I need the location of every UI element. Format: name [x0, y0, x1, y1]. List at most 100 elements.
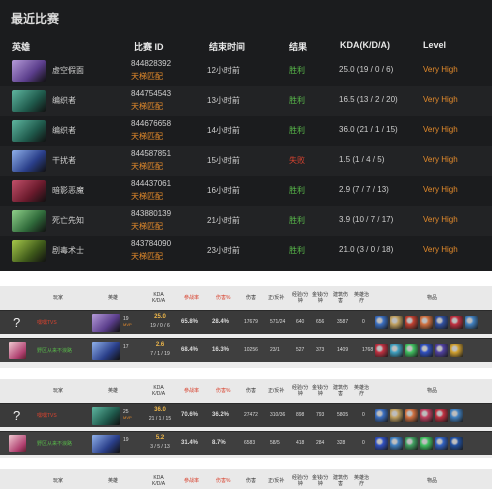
match-row[interactable]: 虚空假面 844828392 天梯匹配 12小时前 胜利 25.0 (19 / 0 / 6… — [0, 56, 492, 86]
hero-name[interactable]: 编织者 — [52, 95, 76, 106]
player-name[interactable]: 野区从来不浪路 — [37, 440, 72, 447]
recent-matches-panel: 最近比赛 英雄 比赛 ID 结束时间 结果 KDA(K/D/A) Level 虚… — [0, 0, 492, 271]
weaver-portrait[interactable] — [92, 407, 120, 425]
xpm-col-header: 经验/分 钟 — [292, 292, 309, 304]
item-icon[interactable] — [420, 409, 433, 422]
match-id[interactable]: 843880139 — [131, 209, 171, 218]
kda-value: 25.0 (19 / 0 / 6) — [339, 65, 394, 74]
hero-heal: 1768 — [362, 347, 374, 353]
panel-title: 最近比赛 — [11, 12, 60, 26]
player-avatar[interactable] — [9, 342, 26, 359]
player-row[interactable]: 野区从来不浪路 17 2.6 7 / 1 / 19 68.4% 16.3% 10256 23/… — [0, 338, 492, 362]
match-id[interactable]: 844676658 — [131, 119, 171, 128]
scoreboard-header: 玩家 英雄 KDA K/D/A 参战率 伤害% 伤害 正/反补 经验/分 钟金钱/分 钟建筑伤… — [0, 469, 492, 489]
match-id[interactable]: 843784090 — [131, 239, 171, 248]
damage-percent: 28.4% — [212, 319, 230, 325]
match-id[interactable]: 844587851 — [131, 149, 171, 158]
match-id[interactable]: 844828392 — [131, 59, 171, 68]
player-col-header: 玩家 — [53, 478, 64, 484]
match-result: 失败 — [289, 156, 305, 165]
last-hits: 23/1 — [270, 347, 280, 353]
match-row[interactable]: 编织者 844676658 天梯匹配 14小时前 胜利 36.0 (21 / 1 / 15… — [0, 116, 492, 146]
match-row[interactable]: 干扰者 844587851 天梯匹配 15小时前 失败 1.5 (1 / 4 / 5) Ve… — [0, 146, 492, 176]
item-icon[interactable] — [450, 344, 463, 357]
hero-heal-col-header: 英雄治 疗 — [354, 385, 370, 397]
hero-name[interactable]: 剧毒术士 — [52, 245, 84, 256]
item-icon[interactable] — [405, 437, 418, 450]
item-icon[interactable] — [405, 344, 418, 357]
venomancer-portrait[interactable] — [12, 240, 46, 262]
player-row[interactable]: ? 嘿嘿TVS 19 MVP 25.0 19 / 0 / 6 65.8% 28.4% 17679… — [0, 310, 492, 334]
item-icon[interactable] — [375, 316, 388, 329]
match-row[interactable]: 编织者 844754543 天梯匹配 13小时前 胜利 16.5 (13 / 2 / 20… — [0, 86, 492, 116]
match-row[interactable]: 剧毒术士 843784090 天梯匹配 23小时前 胜利 21.0 (3 / 0 / 18… — [0, 236, 492, 266]
item-icon[interactable] — [450, 316, 463, 329]
item-icon[interactable] — [390, 316, 403, 329]
item-icon[interactable] — [375, 344, 388, 357]
participation-rate: 70.6% — [181, 412, 199, 418]
item-icon[interactable] — [390, 409, 403, 422]
building-damage: 5805 — [337, 412, 349, 418]
participation-col-header: 参战率 — [184, 388, 200, 394]
disruptor-portrait[interactable] — [12, 150, 46, 172]
player-row[interactable]: 野区从来不浪路 19 5.2 3 / 5 / 13 31.4% 8.7% 6583 58/5 4… — [0, 431, 492, 455]
damage-percent: 8.7% — [212, 440, 226, 446]
item-icon[interactable] — [435, 437, 448, 450]
player-avatar[interactable] — [9, 435, 26, 452]
item-icon[interactable] — [405, 409, 418, 422]
match-id[interactable]: 844437061 — [131, 179, 171, 188]
item-icon[interactable] — [450, 409, 463, 422]
damage-percent: 36.2% — [212, 412, 230, 418]
item-icon[interactable] — [435, 409, 448, 422]
match-id[interactable]: 844754543 — [131, 89, 171, 98]
item-icon[interactable] — [390, 437, 403, 450]
mvp-badge: MVP — [123, 322, 132, 327]
shadow-demon-portrait[interactable] — [12, 180, 46, 202]
hero-name[interactable]: 干扰者 — [52, 155, 76, 166]
item-icon[interactable] — [435, 316, 448, 329]
player-name[interactable]: 野区从来不浪路 — [37, 347, 72, 354]
hero-name[interactable]: 虚空假面 — [52, 65, 84, 76]
match-result: 胜利 — [289, 246, 305, 255]
match-mode: 天梯匹配 — [131, 162, 163, 171]
faceless-void-portrait[interactable] — [92, 314, 120, 332]
end-time: 21小时前 — [207, 216, 240, 225]
item-icon[interactable] — [420, 437, 433, 450]
item-icon[interactable] — [450, 437, 463, 450]
weaver-portrait[interactable] — [12, 120, 46, 142]
item-icon[interactable] — [420, 344, 433, 357]
item-icon[interactable] — [390, 344, 403, 357]
hero-name[interactable]: 编织者 — [52, 125, 76, 136]
kda-col-header: KDA K/D/A — [152, 385, 166, 397]
disruptor-portrait[interactable] — [92, 342, 120, 360]
player-row[interactable]: ? 嘿嘿TVS 25 MVP 36.0 21 / 1 / 15 70.6% 36.2% 2747… — [0, 403, 492, 427]
player-col-header: 玩家 — [53, 388, 64, 394]
item-icon[interactable] — [375, 437, 388, 450]
building-damage: 1409 — [337, 347, 349, 353]
item-icon[interactable] — [375, 409, 388, 422]
player-name[interactable]: 嘿嘿TVS — [37, 319, 57, 326]
match-row[interactable]: 死亡先知 843880139 天梯匹配 21小时前 胜利 3.9 (10 / 7 / 17… — [0, 206, 492, 236]
match-mode: 天梯匹配 — [131, 252, 163, 261]
disruptor-portrait[interactable] — [92, 435, 120, 453]
item-icon[interactable] — [465, 316, 478, 329]
col-level: Level — [423, 40, 447, 50]
player-name[interactable]: 嘿嘿TVS — [37, 412, 57, 419]
faceless-void-portrait[interactable] — [12, 60, 46, 82]
item-icon[interactable] — [420, 316, 433, 329]
item-icon[interactable] — [405, 316, 418, 329]
hero-name[interactable]: 暗影恶魔 — [52, 185, 84, 196]
match-mode: 天梯匹配 — [131, 102, 163, 111]
death-prophet-portrait[interactable] — [12, 210, 46, 232]
match-row[interactable]: 暗影恶魔 844437061 天梯匹配 16小时前 胜利 2.9 (7 / 7 / 13)… — [0, 176, 492, 206]
gpm-col-header: 金钱/分 钟 — [312, 385, 329, 397]
hero-damage: 10256 — [244, 347, 258, 353]
item-icon[interactable] — [435, 344, 448, 357]
level-value: 19 — [123, 437, 129, 443]
building-dmg-col-header: 建筑伤 害 — [333, 385, 349, 397]
hero-name[interactable]: 死亡先知 — [52, 215, 84, 226]
table-header: 英雄 比赛 ID 结束时间 结果 KDA(K/D/A) Level — [0, 38, 492, 55]
participation-rate: 65.8% — [181, 319, 199, 325]
hero-damage: 17679 — [244, 319, 258, 325]
weaver-portrait[interactable] — [12, 90, 46, 112]
